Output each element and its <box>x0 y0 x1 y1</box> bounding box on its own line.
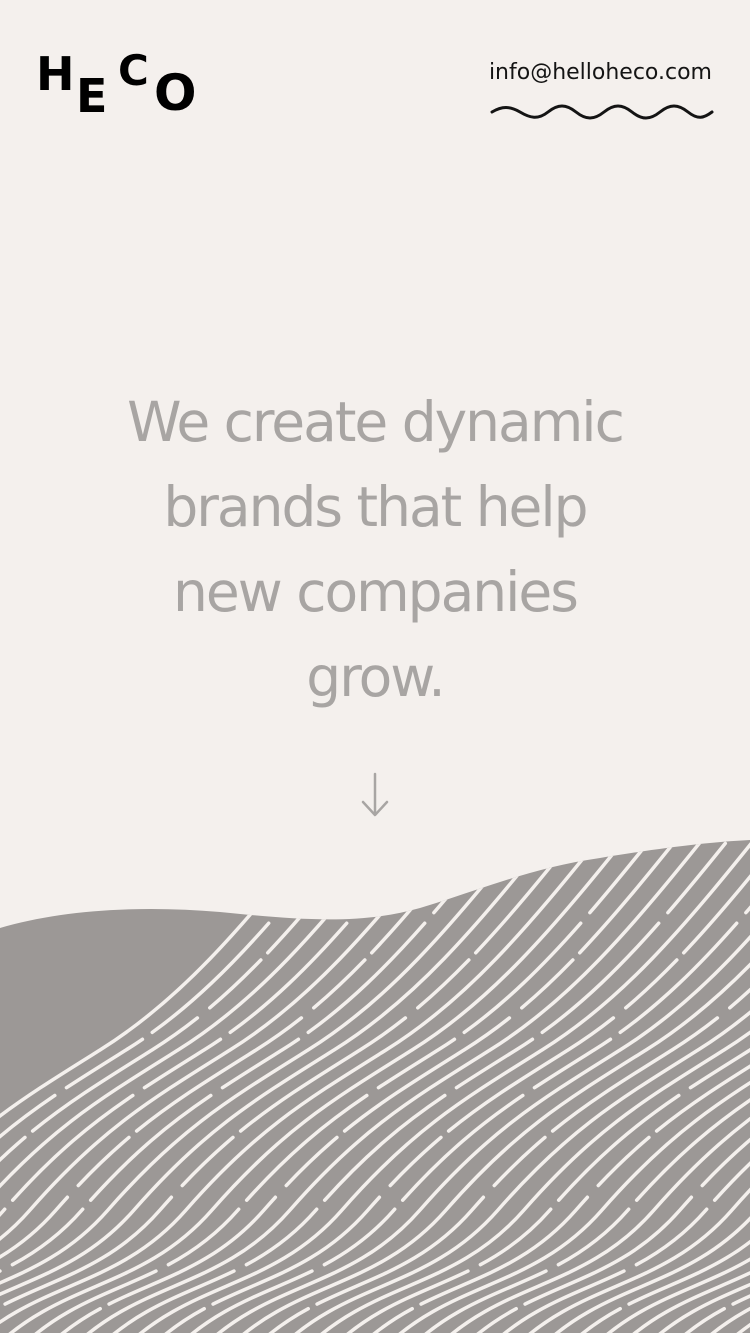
heco-logo[interactable]: H E C O <box>36 46 206 123</box>
logo-letter-e: E <box>76 69 108 123</box>
logo-letter-c: C <box>118 46 149 95</box>
site-header: H E C O info@helloheco.com <box>0 0 750 140</box>
hero-line-2: brands that help <box>163 475 588 539</box>
wave-landscape-illustration <box>0 840 750 1333</box>
arrow-down-icon[interactable] <box>355 760 395 824</box>
hero-line-1: We create dynamic <box>127 390 625 454</box>
logo-letter-h: H <box>36 47 75 101</box>
hero-headline: We create dynamic brands that help new c… <box>0 380 750 720</box>
email-link[interactable]: info@helloheco.com <box>489 60 712 85</box>
email-underline-wave-icon <box>490 104 714 120</box>
logo-letter-o: O <box>154 64 197 122</box>
hero-line-4: grow. <box>306 645 445 709</box>
hero-line-3: new companies <box>173 560 579 624</box>
